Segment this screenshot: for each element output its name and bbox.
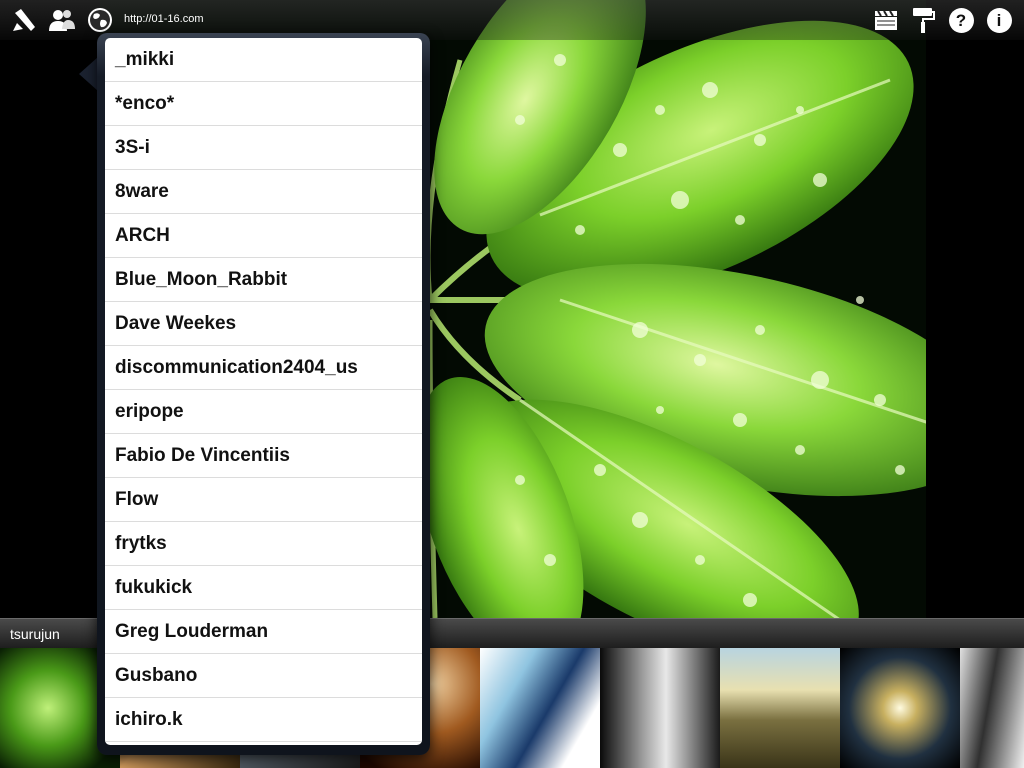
globe-icon[interactable] (86, 6, 114, 34)
clapperboard-icon[interactable] (872, 6, 900, 34)
pencil-icon[interactable] (10, 6, 38, 34)
thumbnail[interactable] (720, 648, 840, 768)
help-icon[interactable]: ? (947, 6, 975, 34)
list-item[interactable]: Blue_Moon_Rabbit (105, 258, 422, 302)
username-label[interactable]: tsurujun (10, 626, 60, 642)
info-glyph: i (986, 7, 1012, 33)
info-icon[interactable]: i (985, 6, 1013, 34)
list-item[interactable]: fukukick (105, 566, 422, 610)
thumbnail[interactable] (960, 648, 1024, 768)
list-item[interactable]: Fabio De Vincentiis (105, 434, 422, 478)
thumbnail[interactable] (840, 648, 960, 768)
list-item[interactable]: 3S-i (105, 126, 422, 170)
list-item[interactable]: _mikki (105, 38, 422, 82)
user-list: _mikki *enco* 3S-i 8ware ARCH Blue_Moon_… (105, 38, 422, 745)
list-item[interactable]: eripope (105, 390, 422, 434)
thumbnail[interactable] (600, 648, 720, 768)
list-item[interactable]: Dave Weekes (105, 302, 422, 346)
list-item[interactable]: Greg Louderman (105, 610, 422, 654)
popover-arrow (79, 57, 98, 91)
thumbnail[interactable] (480, 648, 600, 768)
paint-roller-icon[interactable] (909, 6, 937, 34)
list-item[interactable]: *enco* (105, 82, 422, 126)
user-list-popover: _mikki *enco* 3S-i 8ware ARCH Blue_Moon_… (97, 33, 430, 755)
list-item[interactable]: Flow (105, 478, 422, 522)
list-item[interactable]: Gusbano (105, 654, 422, 698)
list-item[interactable]: ichiro.k (105, 698, 422, 742)
url-text[interactable]: http://01-16.com (124, 13, 204, 25)
list-item[interactable]: ARCH (105, 214, 422, 258)
users-icon[interactable] (48, 6, 76, 34)
list-item[interactable]: 8ware (105, 170, 422, 214)
help-glyph: ? (948, 7, 974, 33)
list-item[interactable]: frytks (105, 522, 422, 566)
list-item[interactable]: discommunication2404_us (105, 346, 422, 390)
